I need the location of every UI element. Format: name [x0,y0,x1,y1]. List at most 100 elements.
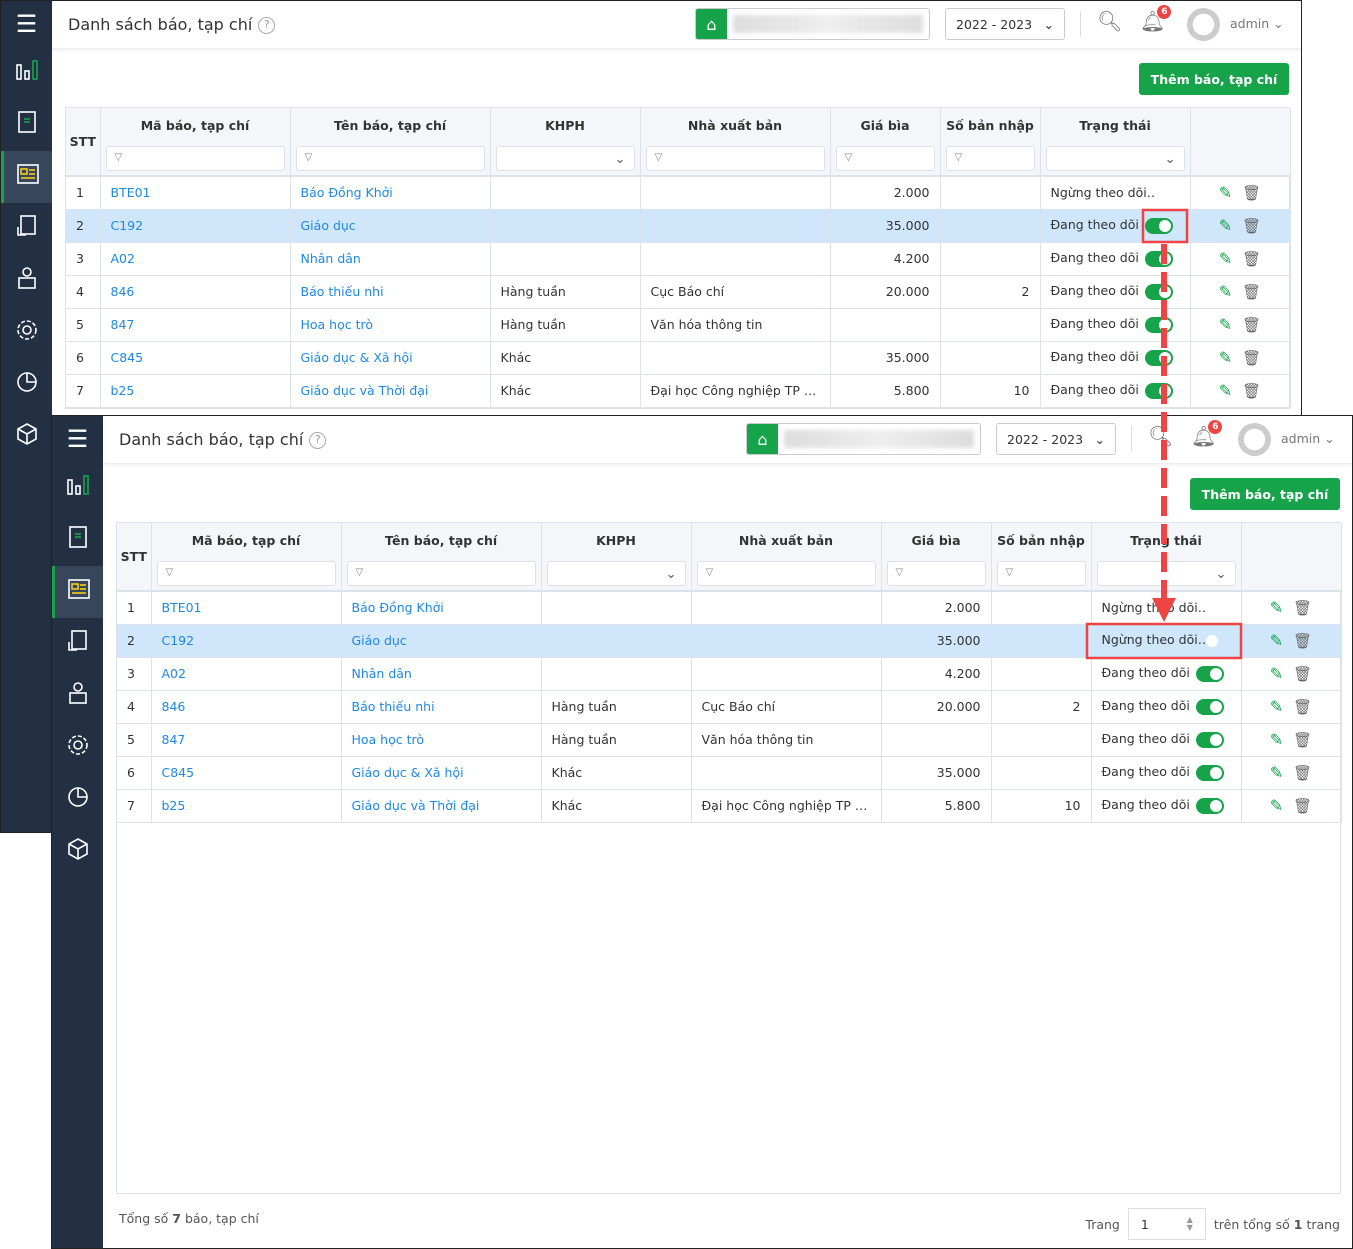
school-year-select[interactable]: 2022 - 2023 ⌄ [945,8,1065,40]
cell-code-link[interactable]: 847 [151,723,342,757]
edit-pencil-icon[interactable]: ✎ [1270,796,1283,815]
trash-icon[interactable]: 🗑︎ [1242,349,1261,367]
trash-icon[interactable]: 🗑︎ [1293,665,1312,683]
edit-pencil-icon[interactable]: ✎ [1270,664,1283,683]
trash-icon[interactable]: 🗑︎ [1242,316,1261,334]
page-number-input[interactable]: 1 ▲ ▼ [1127,1208,1206,1240]
edit-pencil-icon[interactable]: ✎ [1270,598,1283,617]
trash-icon[interactable]: 🗑︎ [1293,599,1312,617]
table-row[interactable]: 5 847 Hoa học trò Hàng tuần Văn hóa thôn… [117,723,1342,757]
table-row[interactable]: 3 A02 Nhân dân 4.200 Đang theo dõi ✎ 🗑︎ [117,657,1342,691]
cell-code-link[interactable]: C192 [151,624,342,658]
add-newspaper-button[interactable]: Thêm báo, tạp chí [1190,478,1340,510]
filter-input-publisher[interactable]: ▽ [696,561,876,586]
filter-input-qty[interactable]: ▽ [996,561,1086,586]
status-toggle[interactable] [1195,797,1224,814]
edit-pencil-icon[interactable]: ✎ [1219,249,1232,268]
filter-input-price[interactable]: ▽ [835,146,935,171]
trash-icon[interactable]: 🗑︎ [1242,217,1261,235]
filter-input-code[interactable]: ▽ [105,146,285,171]
cell-code-link[interactable]: 846 [100,275,291,309]
search-chart-icon[interactable]: 🔍︎ [1148,424,1173,448]
table-row[interactable]: 2 C192 Giáo dục 35.000 Ngừng theo dõi ✎ 🗑… [117,624,1342,658]
edit-pencil-icon[interactable]: ✎ [1219,216,1232,235]
trash-icon[interactable]: 🗑︎ [1242,250,1261,268]
add-newspaper-button[interactable]: Thêm báo, tạp chí [1139,63,1289,95]
table-row[interactable]: 2 C192 Giáo dục 35.000 Đang theo dõi ✎ 🗑︎ [66,209,1291,243]
cell-name-link[interactable]: Báo thiếu nhi [341,690,542,724]
cell-code-link[interactable]: C845 [100,341,291,375]
search-chart-icon[interactable]: 🔍︎ [1097,9,1122,33]
edit-pencil-icon[interactable]: ✎ [1270,730,1283,749]
cell-name-link[interactable]: Giáo dục và Thời đại [290,374,491,408]
table-row[interactable]: 5 847 Hoa học trò Hàng tuần Văn hóa thôn… [66,308,1291,342]
filter-select-status[interactable]: ⌄ [1096,561,1236,586]
help-icon[interactable]: ? [309,432,327,449]
status-toggle[interactable] [1144,217,1173,234]
table-row[interactable]: 1 BTE01 Báo Đồng Khởi 2.000 Ngừng theo d… [66,176,1291,210]
status-toggle[interactable] [1195,764,1224,781]
help-icon[interactable]: ? [258,17,276,34]
status-toggle[interactable] [1195,731,1224,748]
avatar[interactable] [1238,423,1271,456]
edit-pencil-icon[interactable]: ✎ [1219,183,1232,202]
edit-pencil-icon[interactable]: ✎ [1219,348,1232,367]
filter-input-price[interactable]: ▽ [886,561,986,586]
cell-code-link[interactable]: A02 [151,657,342,691]
school-selector[interactable]: ⌂ [695,8,930,40]
cell-name-link[interactable]: Nhân dân [290,242,491,276]
spinner-arrows-icon[interactable]: ▲ ▼ [1187,1216,1193,1232]
cell-name-link[interactable]: Giáo dục & Xã hội [290,341,491,375]
edit-pencil-icon[interactable]: ✎ [1219,315,1232,334]
trash-icon[interactable]: 🗑︎ [1293,731,1312,749]
trash-icon[interactable]: 🗑︎ [1242,382,1261,400]
cell-name-link[interactable]: Báo Đồng Khởi [341,591,542,625]
status-toggle[interactable] [1144,283,1173,300]
cell-name-link[interactable]: Báo Đồng Khởi [290,176,491,210]
edit-pencil-icon[interactable]: ✎ [1270,631,1283,650]
cell-code-link[interactable]: A02 [100,242,291,276]
filter-select-status[interactable]: ⌄ [1045,146,1185,171]
cell-code-link[interactable]: BTE01 [100,176,291,210]
table-row[interactable]: 7 b25 Giáo dục và Thời đại Khác Đại học … [66,374,1291,408]
school-year-select[interactable]: 2022 - 2023 ⌄ [996,423,1116,455]
edit-pencil-icon[interactable]: ✎ [1219,381,1232,400]
cell-name-link[interactable]: Hoa học trò [290,308,491,342]
cell-code-link[interactable]: C192 [100,209,291,243]
table-row[interactable]: 6 C845 Giáo dục & Xã hội Khác 35.000 Đan… [117,756,1342,790]
status-toggle[interactable] [1195,665,1224,682]
trash-icon[interactable]: 🗑︎ [1293,698,1312,716]
user-menu[interactable]: admin ⌄ [1281,431,1335,446]
cell-name-link[interactable]: Giáo dục [341,624,542,658]
cell-name-link[interactable]: Nhân dân [341,657,542,691]
table-row[interactable]: 1 BTE01 Báo Đồng Khởi 2.000 Ngừng theo d… [117,591,1342,625]
table-row[interactable]: 3 A02 Nhân dân 4.200 Đang theo dõi ✎ 🗑︎ [66,242,1291,276]
cell-code-link[interactable]: C845 [151,756,342,790]
cell-name-link[interactable]: Giáo dục và Thời đại [341,789,542,823]
cell-code-link[interactable]: 847 [100,308,291,342]
filter-input-code[interactable]: ▽ [156,561,336,586]
filter-input-publisher[interactable]: ▽ [645,146,825,171]
school-selector[interactable]: ⌂ [746,423,981,455]
table-row[interactable]: 4 846 Báo thiếu nhi Hàng tuần Cục Báo ch… [66,275,1291,309]
edit-pencil-icon[interactable]: ✎ [1219,282,1232,301]
bell-icon[interactable]: 🔔︎ 6 [1191,420,1223,448]
avatar[interactable] [1187,8,1220,41]
filter-input-qty[interactable]: ▽ [945,146,1035,171]
cell-code-link[interactable]: b25 [151,789,342,823]
table-row[interactable]: 7 b25 Giáo dục và Thời đại Khác Đại học … [117,789,1342,823]
cell-name-link[interactable]: Báo thiếu nhi [290,275,491,309]
status-toggle[interactable] [1144,349,1173,366]
table-row[interactable]: 4 846 Báo thiếu nhi Hàng tuần Cục Báo ch… [117,690,1342,724]
status-toggle[interactable] [1144,250,1173,267]
cell-code-link[interactable]: 846 [151,690,342,724]
edit-pencil-icon[interactable]: ✎ [1270,697,1283,716]
cell-code-link[interactable]: b25 [100,374,291,408]
user-menu[interactable]: admin ⌄ [1230,16,1284,31]
filter-select-khph[interactable]: ⌄ [546,561,686,586]
trash-icon[interactable]: 🗑︎ [1293,632,1312,650]
status-toggle[interactable] [1195,698,1224,715]
trash-icon[interactable]: 🗑︎ [1293,764,1312,782]
trash-icon[interactable]: 🗑︎ [1242,283,1261,301]
table-row[interactable]: 6 C845 Giáo dục & Xã hội Khác 35.000 Đan… [66,341,1291,375]
